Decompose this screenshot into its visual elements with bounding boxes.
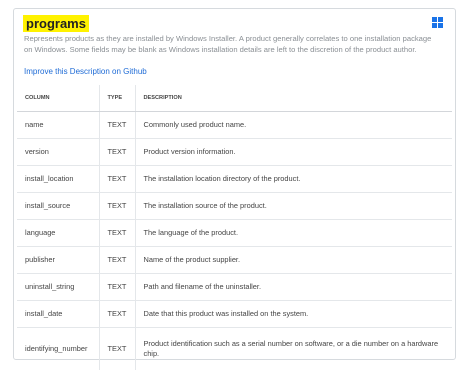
improve-description-link[interactable]: Improve this Description on Github bbox=[24, 67, 147, 76]
cell-description: Product version information. bbox=[135, 139, 452, 166]
cell-type: TEXT bbox=[99, 274, 135, 301]
cell-description: The installation source of the product. bbox=[135, 193, 452, 220]
cell-column: uninstall_string bbox=[17, 274, 99, 301]
table-title: programs bbox=[23, 15, 89, 32]
table-row: uninstall_string TEXT Path and filename … bbox=[17, 274, 452, 301]
cell-type: TEXT bbox=[99, 247, 135, 274]
cell-type: TEXT bbox=[99, 166, 135, 193]
table-row: identifying_number TEXT Product identifi… bbox=[17, 328, 452, 370]
cell-description: Product identification such as a serial … bbox=[135, 328, 452, 370]
table-description: Represents products as they are installe… bbox=[24, 34, 434, 55]
cell-column: install_location bbox=[17, 166, 99, 193]
cell-description: Date that this product was installed on … bbox=[135, 301, 452, 328]
table-row: install_date TEXT Date that this product… bbox=[17, 301, 452, 328]
table-row: language TEXT The language of the produc… bbox=[17, 220, 452, 247]
table-row: publisher TEXT Name of the product suppl… bbox=[17, 247, 452, 274]
cell-type: TEXT bbox=[99, 112, 135, 139]
header-type: TYPE bbox=[99, 85, 135, 112]
cell-column: name bbox=[17, 112, 99, 139]
header-description: DESCRIPTION bbox=[135, 85, 452, 112]
table-row: install_location TEXT The installation l… bbox=[17, 166, 452, 193]
table-row: name TEXT Commonly used product name. bbox=[17, 112, 452, 139]
cell-description: The installation location directory of t… bbox=[135, 166, 452, 193]
cell-description: Path and filename of the uninstaller. bbox=[135, 274, 452, 301]
table-row: install_source TEXT The installation sou… bbox=[17, 193, 452, 220]
cell-column: install_source bbox=[17, 193, 99, 220]
cell-column: identifying_number bbox=[17, 328, 99, 370]
cell-description: Commonly used product name. bbox=[135, 112, 452, 139]
cell-type: TEXT bbox=[99, 139, 135, 166]
table-card: programs Represents products as they are… bbox=[13, 8, 456, 360]
cell-type: TEXT bbox=[99, 301, 135, 328]
cell-column: language bbox=[17, 220, 99, 247]
table-header-row: COLUMN TYPE DESCRIPTION bbox=[17, 85, 452, 112]
cell-type: TEXT bbox=[99, 328, 135, 370]
schema-table: COLUMN TYPE DESCRIPTION name TEXT Common… bbox=[17, 85, 452, 370]
table-row: version TEXT Product version information… bbox=[17, 139, 452, 166]
cell-description: The language of the product. bbox=[135, 220, 452, 247]
cell-type: TEXT bbox=[99, 193, 135, 220]
cell-column: version bbox=[17, 139, 99, 166]
cell-column: install_date bbox=[17, 301, 99, 328]
cell-column: publisher bbox=[17, 247, 99, 274]
cell-description: Name of the product supplier. bbox=[135, 247, 452, 274]
windows-logo-icon bbox=[432, 17, 443, 28]
header-column: COLUMN bbox=[17, 85, 99, 112]
cell-type: TEXT bbox=[99, 220, 135, 247]
